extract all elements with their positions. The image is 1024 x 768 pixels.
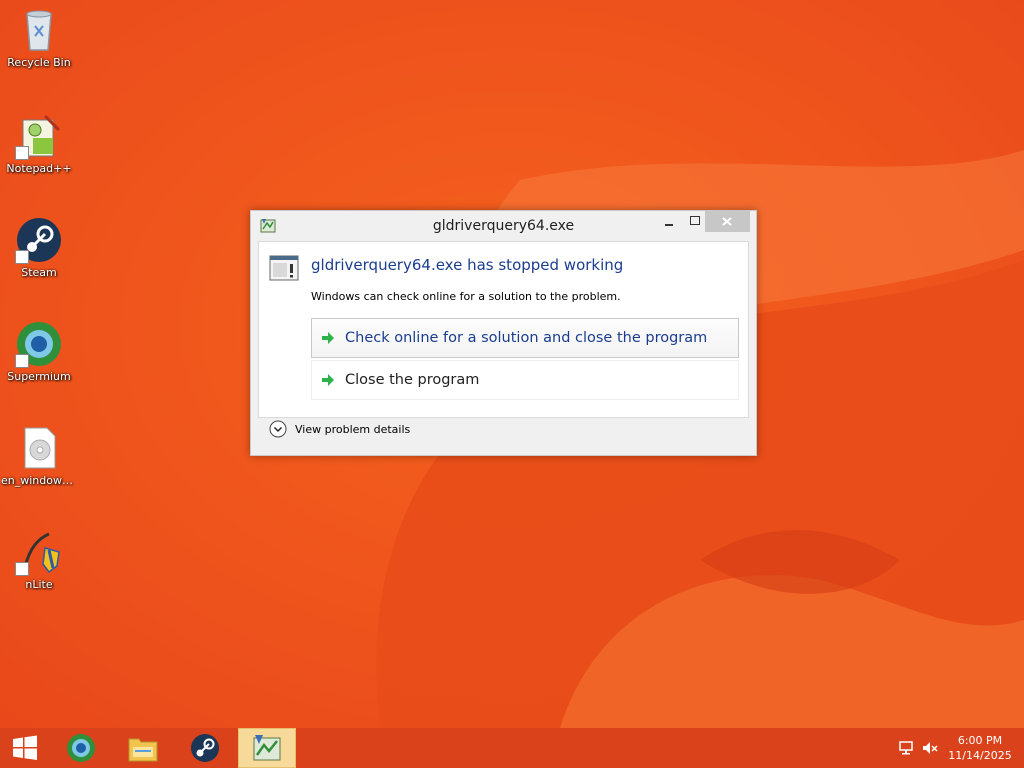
shortcut-arrow-icon bbox=[15, 146, 29, 160]
clock-date: 11/14/2025 bbox=[948, 749, 1012, 762]
dialog-content: gldriverquery64.exe has stopped working … bbox=[258, 241, 749, 418]
clock-time: 6:00 PM bbox=[957, 734, 1003, 747]
start-button[interactable] bbox=[0, 728, 50, 768]
taskbar: 6:00 PM 11/14/2025 bbox=[0, 728, 1024, 768]
taskbar-supermium[interactable] bbox=[52, 728, 110, 768]
desktop-icon-label: Steam bbox=[21, 266, 57, 279]
shortcut-arrow-icon bbox=[15, 354, 29, 368]
network-icon[interactable] bbox=[898, 740, 914, 756]
desktop-icon-notepad-plus-plus[interactable]: Notepad++ bbox=[1, 112, 77, 176]
start-icon bbox=[13, 735, 37, 760]
disc-image-icon bbox=[15, 424, 63, 472]
command-label: Check online for a solution and close th… bbox=[345, 330, 708, 346]
dialog-titlebar[interactable]: gldriverquery64.exe bbox=[251, 211, 756, 241]
system-clock[interactable]: 6:00 PM 11/14/2025 bbox=[940, 733, 1020, 763]
close-button[interactable] bbox=[705, 211, 750, 232]
error-reporting-icon bbox=[253, 735, 281, 761]
recycle-bin-icon bbox=[15, 6, 63, 54]
supermium-icon bbox=[67, 734, 95, 762]
shortcut-arrow-icon bbox=[15, 562, 29, 576]
desktop-icon-supermium[interactable]: Supermium bbox=[1, 320, 77, 384]
desktop-icon-nlite[interactable]: nLite bbox=[1, 528, 77, 592]
close-program-command-button[interactable]: Close the program bbox=[311, 360, 739, 400]
minimize-icon bbox=[665, 224, 673, 226]
shortcut-arrow-icon bbox=[15, 250, 29, 264]
desktop-icon-label: nLite bbox=[25, 578, 53, 591]
notepad-plus-plus-icon bbox=[15, 112, 63, 160]
main-instruction: gldriverquery64.exe has stopped working bbox=[311, 256, 624, 274]
desktop-icon-recycle-bin[interactable]: Recycle Bin bbox=[1, 6, 77, 70]
desktop-icon-steam[interactable]: Steam bbox=[1, 216, 77, 280]
nlite-icon bbox=[15, 528, 63, 576]
taskbar-steam[interactable] bbox=[176, 728, 234, 768]
error-dialog: gldriverquery64.exe gldriverquery64.exe … bbox=[250, 210, 757, 456]
taskbar-file-explorer[interactable] bbox=[114, 728, 172, 768]
desktop-icon-disc-image[interactable]: en_windows... bbox=[1, 424, 77, 488]
green-arrow-icon bbox=[322, 374, 334, 386]
desktop-icon-label: en_windows... bbox=[1, 474, 77, 487]
steam-icon bbox=[15, 216, 63, 264]
details-label: View problem details bbox=[295, 422, 411, 436]
check-online-command-button[interactable]: Check online for a solution and close th… bbox=[311, 318, 739, 358]
green-arrow-icon bbox=[322, 332, 334, 344]
supermium-icon bbox=[15, 320, 63, 368]
chevron-down-icon bbox=[269, 420, 287, 438]
volume-muted-icon[interactable] bbox=[922, 740, 938, 756]
program-window-icon bbox=[269, 255, 299, 281]
command-label: Close the program bbox=[345, 372, 480, 388]
steam-icon bbox=[191, 734, 219, 762]
close-icon bbox=[722, 217, 732, 226]
desktop-icon-label: Recycle Bin bbox=[7, 56, 71, 69]
taskbar-error-reporting[interactable] bbox=[238, 728, 296, 768]
view-problem-details-toggle[interactable]: View problem details bbox=[269, 420, 410, 438]
file-explorer-icon bbox=[128, 738, 158, 762]
content-text: Windows can check online for a solution … bbox=[311, 290, 621, 303]
minimize-button[interactable] bbox=[656, 211, 682, 232]
desktop-icon-label: Supermium bbox=[7, 370, 71, 383]
desktop-icon-label: Notepad++ bbox=[6, 162, 72, 175]
